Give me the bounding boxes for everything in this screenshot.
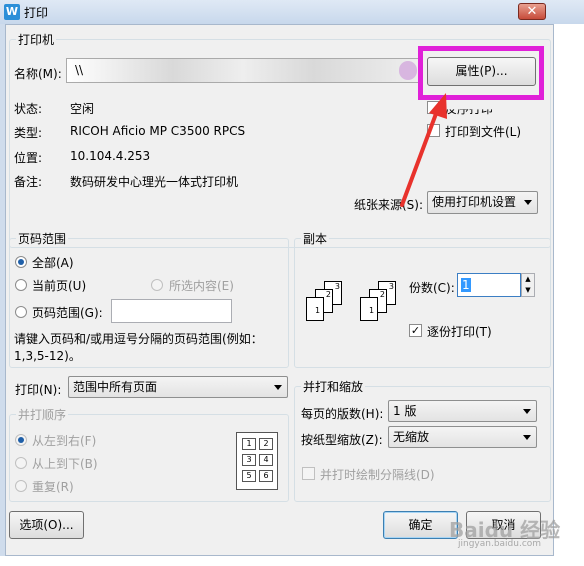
- print-to-file-label: 打印到文件(L): [445, 125, 522, 139]
- location-label: 位置:: [14, 151, 43, 165]
- print-what-select[interactable]: 范围中所有页面: [68, 376, 288, 398]
- page-range-hint-line1: 请键入页码和/或用逗号分隔的页码范围(例如：: [14, 332, 263, 346]
- print-dialog: 打印机 名称(M): \\ 属性(P)... 状态: 空闲 类型: RICOH …: [5, 24, 560, 556]
- draw-borders-label: 并打时绘制分隔线(D): [320, 468, 435, 482]
- all-pages-radio[interactable]: [15, 256, 27, 268]
- options-button[interactable]: 选项(O)...: [9, 511, 84, 539]
- print-what-value: 范围中所有页面: [73, 380, 158, 394]
- status-value: 空闲: [70, 102, 95, 116]
- chevron-down-icon: [523, 435, 531, 440]
- all-pages-label: 全部(A): [32, 256, 74, 270]
- scale-value: 无缩放: [393, 430, 430, 444]
- location-value: 10.104.4.253: [70, 149, 151, 163]
- print-what-label: 打印(N):: [15, 383, 62, 397]
- top-to-bottom-label: 从上到下(B): [32, 457, 98, 471]
- pages-per-sheet-value: 1 版: [393, 404, 417, 418]
- window-title: 打印: [24, 6, 49, 20]
- page-range-radio[interactable]: [15, 306, 27, 318]
- comment-label: 备注:: [14, 175, 43, 189]
- ok-button[interactable]: 确定: [383, 511, 458, 539]
- current-page-label: 当前页(U): [32, 279, 87, 293]
- printer-name-dropdown-icon[interactable]: [399, 61, 417, 80]
- watermark-url: jingyan.baidu.com: [458, 539, 542, 549]
- status-label: 状态:: [14, 102, 43, 116]
- wps-writer-icon: W: [4, 4, 20, 20]
- type-value: RICOH Aficio MP C3500 RPCS: [70, 124, 246, 138]
- copies-count-label: 份数(C):: [409, 281, 455, 295]
- order-group-label: 并打顺序: [16, 406, 69, 423]
- draw-borders-checkbox[interactable]: [302, 467, 315, 480]
- chevron-down-icon: [523, 409, 531, 414]
- copies-count-input[interactable]: 1: [457, 273, 521, 297]
- pages-per-sheet-label: 每页的版数(H):: [301, 407, 384, 421]
- copies-spinner[interactable]: ▲ ▼: [521, 273, 535, 297]
- printer-name-combo[interactable]: \\: [66, 58, 420, 83]
- scale-select[interactable]: 无缩放: [388, 426, 537, 448]
- page-range-hint-line2: 1,3,5-12)。: [14, 349, 81, 363]
- page-range-radio-label: 页码范围(G):: [32, 306, 103, 320]
- chevron-down-icon: [524, 200, 532, 205]
- left-to-right-radio[interactable]: [15, 434, 27, 446]
- copy-page-1: 1: [306, 297, 324, 321]
- printer-name-label: 名称(M):: [14, 67, 62, 81]
- order-cell: 3: [242, 454, 256, 466]
- left-to-right-label: 从左到右(F): [32, 434, 97, 448]
- collate-checkbox[interactable]: ✓: [409, 324, 422, 337]
- copies-label: 副本: [301, 230, 330, 247]
- scale-label: 按纸型缩放(Z):: [301, 433, 383, 447]
- top-to-bottom-radio[interactable]: [15, 457, 27, 469]
- page-range-label: 页码范围: [16, 230, 69, 247]
- page-range-input[interactable]: [111, 299, 232, 323]
- title-bar: W 打印 ✕: [0, 0, 584, 24]
- background-strip-bottom: [0, 556, 584, 566]
- background-strip: [554, 24, 584, 566]
- repeat-radio[interactable]: [15, 480, 27, 492]
- printer-group-label: 打印机: [16, 31, 57, 48]
- collate-label: 逐份打印(T): [427, 325, 492, 339]
- close-button[interactable]: ✕: [518, 3, 546, 20]
- order-cell: 2: [259, 438, 273, 450]
- repeat-label: 重复(R): [32, 480, 74, 494]
- type-label: 类型:: [14, 126, 43, 140]
- copy-page-1b: 1: [360, 297, 378, 321]
- comment-value: 数码研发中心理光一体式打印机: [70, 175, 239, 189]
- annotation-arrow: [400, 93, 447, 207]
- order-cell: 5: [242, 470, 256, 482]
- order-grid-illustration: 1 2 3 4 5 6: [236, 432, 278, 490]
- printer-name-value: \\: [75, 63, 84, 77]
- pages-per-sheet-select[interactable]: 1 版: [388, 400, 537, 422]
- selection-radio[interactable]: [151, 279, 163, 291]
- copies-count-value: 1: [461, 278, 471, 292]
- order-cell: 1: [242, 438, 256, 450]
- order-cell: 4: [259, 454, 273, 466]
- current-page-radio[interactable]: [15, 279, 27, 291]
- zoom-group-label: 并打和缩放: [301, 378, 366, 395]
- chevron-down-icon: [274, 385, 282, 390]
- order-cell: 6: [259, 470, 273, 482]
- selection-label: 所选内容(E): [169, 279, 234, 293]
